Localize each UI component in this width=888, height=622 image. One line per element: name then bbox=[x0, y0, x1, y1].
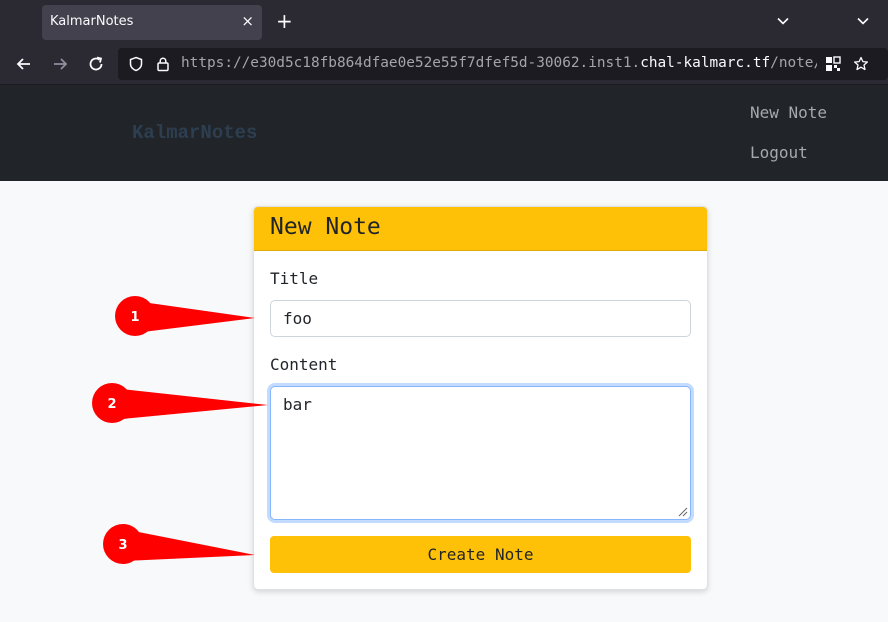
annotation-callout-1: 1 bbox=[115, 296, 255, 336]
annotation-callout-3: 3 bbox=[103, 524, 255, 564]
annotation-number: 2 bbox=[107, 397, 116, 412]
annotation-number: 1 bbox=[130, 310, 139, 325]
annotation-callout-2: 2 bbox=[92, 383, 268, 423]
annotation-number: 3 bbox=[118, 538, 127, 553]
annotation-layer: 1 2 3 bbox=[92, 296, 268, 564]
